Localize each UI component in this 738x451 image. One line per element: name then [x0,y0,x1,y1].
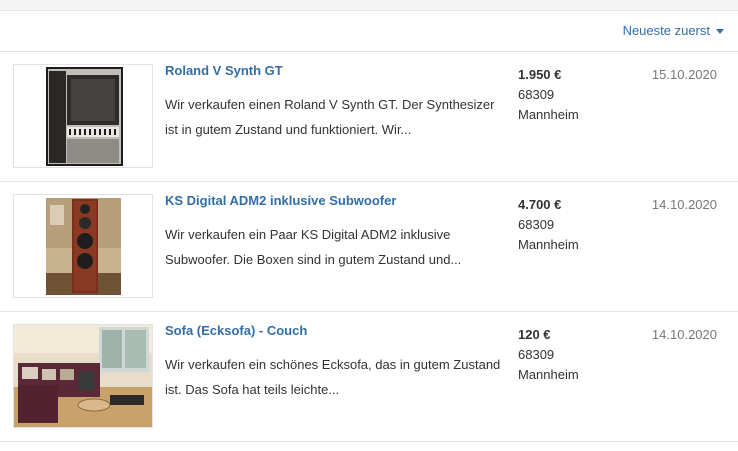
description-line: Wir verkaufen ein schönes Ecksofa, das i… [165,357,501,372]
description-line: Wir verkaufen ein Paar KS Digital ADM2 i… [165,227,451,242]
listing-zip: 68309 [518,217,555,232]
listing-zip: 68309 [518,87,555,102]
listing-thumbnail[interactable] [13,194,153,298]
description-line: ist in gutem Zustand und funktioniert. W… [165,122,412,137]
listing-price: 120 € [518,327,551,342]
listing-price: 4.700 € [518,197,562,212]
listing-item[interactable]: Roland V Synth GT Wir verkaufen einen Ro… [0,52,738,182]
listing-date: 15.10.2020 [651,67,717,82]
listing-item[interactable]: Sofa (Ecksofa) - Couch Wir verkaufen ein… [0,312,738,442]
listing-date: 14.10.2020 [651,327,717,342]
listing-description: Wir verkaufen einen Roland V Synth GT. D… [165,92,510,142]
description-line: Wir verkaufen einen Roland V Synth GT. D… [165,97,495,112]
listing-date: 14.10.2020 [651,197,717,212]
sort-bar: Neueste zuerst [0,11,738,52]
description-line: Subwoofer. Die Boxen sind in gutem Zusta… [165,252,462,267]
description-line: ist. Das Sofa hat teils leichte... [165,382,340,397]
sort-dropdown[interactable]: Neueste zuerst [623,23,724,38]
listing-zip: 68309 [518,347,555,362]
sort-label: Neueste zuerst [622,23,710,38]
listing-description: Wir verkaufen ein schönes Ecksofa, das i… [165,352,510,402]
listing-city: Mannheim [518,237,579,252]
listing-title[interactable]: Sofa (Ecksofa) - Couch [165,323,307,338]
listing-description: Wir verkaufen ein Paar KS Digital ADM2 i… [165,222,510,272]
listing-title[interactable]: KS Digital ADM2 inklusive Subwoofer [165,193,396,208]
listing-item[interactable]: KS Digital ADM2 inklusive Subwoofer Wir … [0,182,738,312]
listing-title[interactable]: Roland V Synth GT [165,63,283,78]
listing-thumbnail[interactable] [13,324,153,428]
listing-city: Mannheim [518,367,579,382]
listing-price: 1.950 € [518,67,562,82]
caret-down-icon [716,28,724,34]
listing-panel: Neueste zuerst Roland V Synth GT Wir ver… [0,10,738,451]
listing-city: Mannheim [518,107,579,122]
listing-thumbnail[interactable] [13,64,153,168]
